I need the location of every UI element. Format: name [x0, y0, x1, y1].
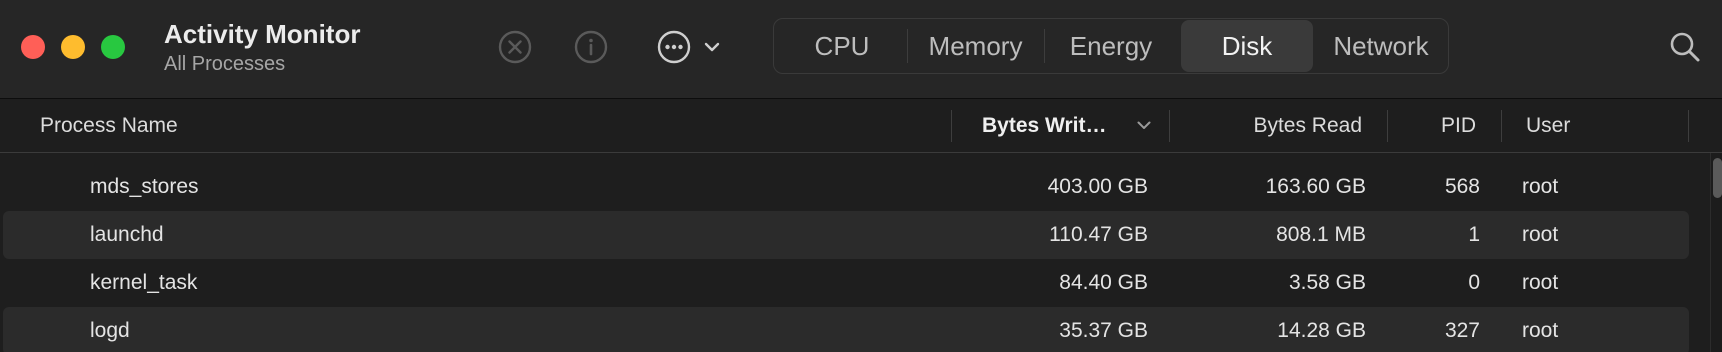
bytes-written: 403.00 GB	[1047, 175, 1148, 198]
tab-memory[interactable]: Memory	[909, 20, 1042, 72]
user: root	[1522, 223, 1559, 246]
title-block: Activity Monitor All Processes	[164, 18, 360, 77]
bytes-read: 3.58 GB	[1288, 271, 1366, 294]
table-row[interactable]: kernel_task 84.40 GB 3.58 GB 0 root	[0, 259, 1712, 307]
chevron-down-icon[interactable]	[701, 36, 723, 58]
tab-cpu[interactable]: CPU	[779, 20, 905, 72]
process-name: logd	[90, 319, 130, 342]
toolbar: Activity Monitor All Processes CPU Memor…	[0, 0, 1722, 99]
tab-energy[interactable]: Energy	[1046, 20, 1176, 72]
process-name: launchd	[90, 223, 164, 246]
activity-monitor-window: Activity Monitor All Processes CPU Memor…	[0, 0, 1722, 352]
table-row[interactable]: logd 35.37 GB 14.28 GB 327 root	[3, 307, 1689, 352]
tab-divider	[907, 29, 908, 63]
tab-divider	[1044, 29, 1045, 63]
bytes-read: 163.60 GB	[1265, 175, 1366, 198]
tab-disk[interactable]: Disk	[1181, 20, 1313, 72]
column-divider[interactable]	[1688, 110, 1689, 142]
search-icon	[1670, 32, 1700, 62]
pid: 1	[1468, 223, 1480, 246]
column-header-user[interactable]: User	[1526, 100, 1570, 152]
bytes-written: 35.37 GB	[1059, 319, 1148, 342]
table-row[interactable]: mds_stores 403.00 GB 163.60 GB 568 root	[0, 163, 1712, 211]
zoom-window-button[interactable]	[101, 35, 125, 59]
close-window-button[interactable]	[21, 35, 45, 59]
column-divider[interactable]	[1387, 110, 1388, 142]
process-name: mds_stores	[90, 175, 199, 198]
stop-process-button[interactable]	[495, 27, 535, 67]
app-subtitle[interactable]: All Processes	[164, 51, 360, 77]
sort-descending-icon	[1137, 121, 1151, 129]
pid: 0	[1468, 271, 1480, 294]
column-header-pid[interactable]: PID	[1400, 100, 1476, 152]
view-tabs: CPU Memory Energy Disk Network	[773, 18, 1449, 74]
user: root	[1522, 271, 1559, 294]
scrollbar-thumb[interactable]	[1713, 158, 1722, 198]
process-list: mds_stores 403.00 GB 163.60 GB 568 root …	[0, 163, 1712, 352]
more-icon	[657, 30, 691, 64]
bytes-written: 84.40 GB	[1059, 271, 1148, 294]
user: root	[1522, 175, 1559, 198]
bytes-written: 110.47 GB	[1049, 223, 1148, 246]
inspect-process-button[interactable]	[571, 27, 611, 67]
search-button[interactable]	[1665, 27, 1705, 67]
info-icon	[574, 30, 608, 64]
column-divider[interactable]	[1169, 110, 1170, 142]
app-title: Activity Monitor	[164, 19, 361, 49]
stop-process-icon	[498, 30, 532, 64]
column-divider[interactable]	[1501, 110, 1502, 142]
process-name: kernel_task	[90, 271, 198, 294]
pid: 327	[1444, 319, 1480, 342]
more-actions-button[interactable]	[654, 27, 694, 67]
bytes-read: 14.28 GB	[1277, 319, 1366, 342]
column-header-bytes-read[interactable]: Bytes Read	[1180, 100, 1362, 152]
table-row[interactable]: launchd 110.47 GB 808.1 MB 1 root	[3, 211, 1689, 259]
pid: 568	[1444, 175, 1480, 198]
bytes-read: 808.1 MB	[1276, 223, 1366, 246]
column-header-process-name[interactable]: Process Name	[40, 100, 178, 152]
tab-network[interactable]: Network	[1315, 20, 1447, 72]
column-divider[interactable]	[951, 110, 952, 142]
table-header: Process Name Bytes Writ… Bytes Read PID …	[0, 100, 1722, 153]
user: root	[1522, 319, 1559, 342]
minimize-window-button[interactable]	[61, 35, 85, 59]
column-header-bytes-written[interactable]: Bytes Writ…	[982, 100, 1106, 152]
